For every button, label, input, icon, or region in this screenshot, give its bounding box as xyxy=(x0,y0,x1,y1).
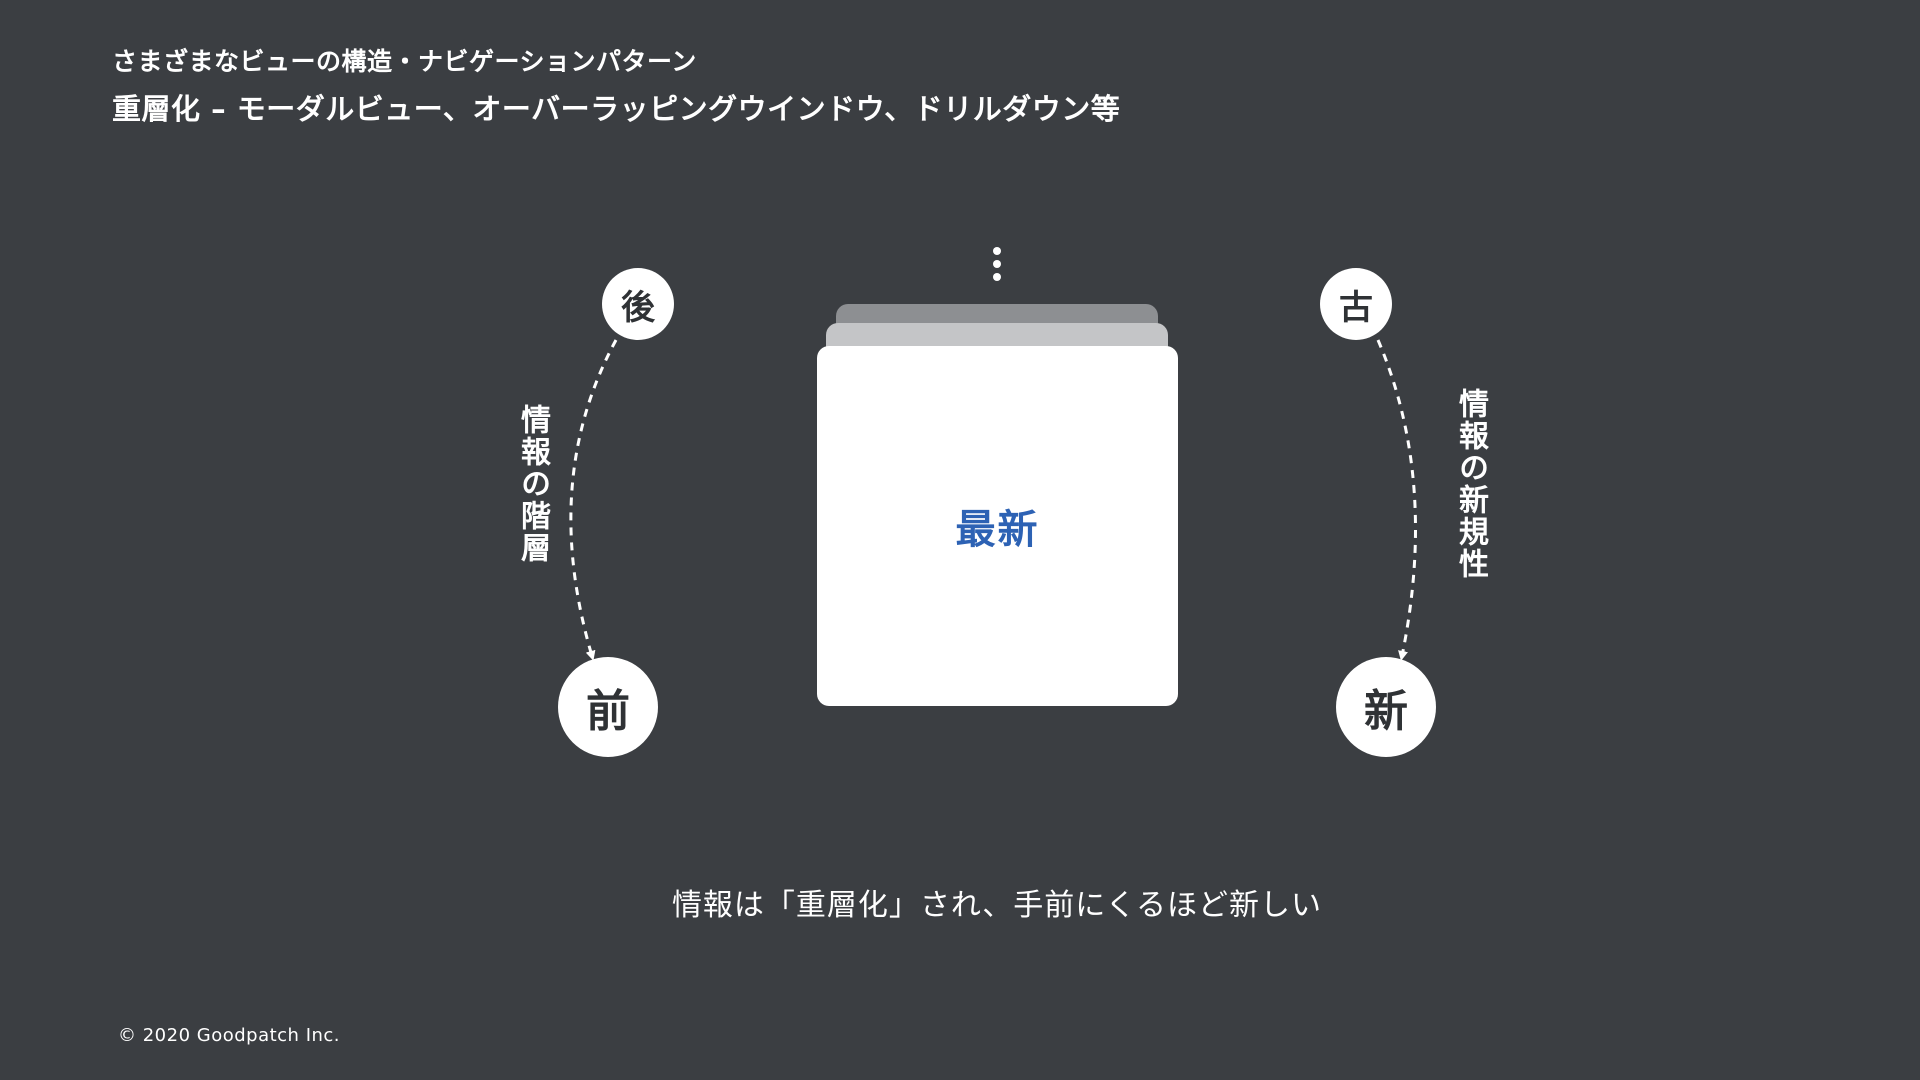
node-front: 前 xyxy=(558,657,658,757)
node-old: 古 xyxy=(1320,268,1392,340)
diagram-caption: 情報は「重層化」され、手前にくるほど新しい xyxy=(671,888,1323,923)
axis-label-hierarchy: 情報の階層 xyxy=(515,404,550,564)
node-back: 後 xyxy=(602,268,674,340)
left-dashed-arrow xyxy=(569,339,618,661)
node-new: 新 xyxy=(1336,657,1436,757)
latest-label: 最新 xyxy=(955,507,1040,553)
right-dashed-arrow xyxy=(1376,339,1417,661)
more-layers-ellipsis-icon xyxy=(992,247,1002,286)
stacked-card-front: 最新 xyxy=(817,346,1178,706)
copyright: © 2020 Goodpatch Inc. xyxy=(118,1025,341,1046)
axis-label-novelty: 情報の新規性 xyxy=(1453,388,1488,580)
slide: さまざまなビューの構造・ナビゲーションパターン 重層化 – モーダルビュー、オー… xyxy=(0,0,1920,1080)
